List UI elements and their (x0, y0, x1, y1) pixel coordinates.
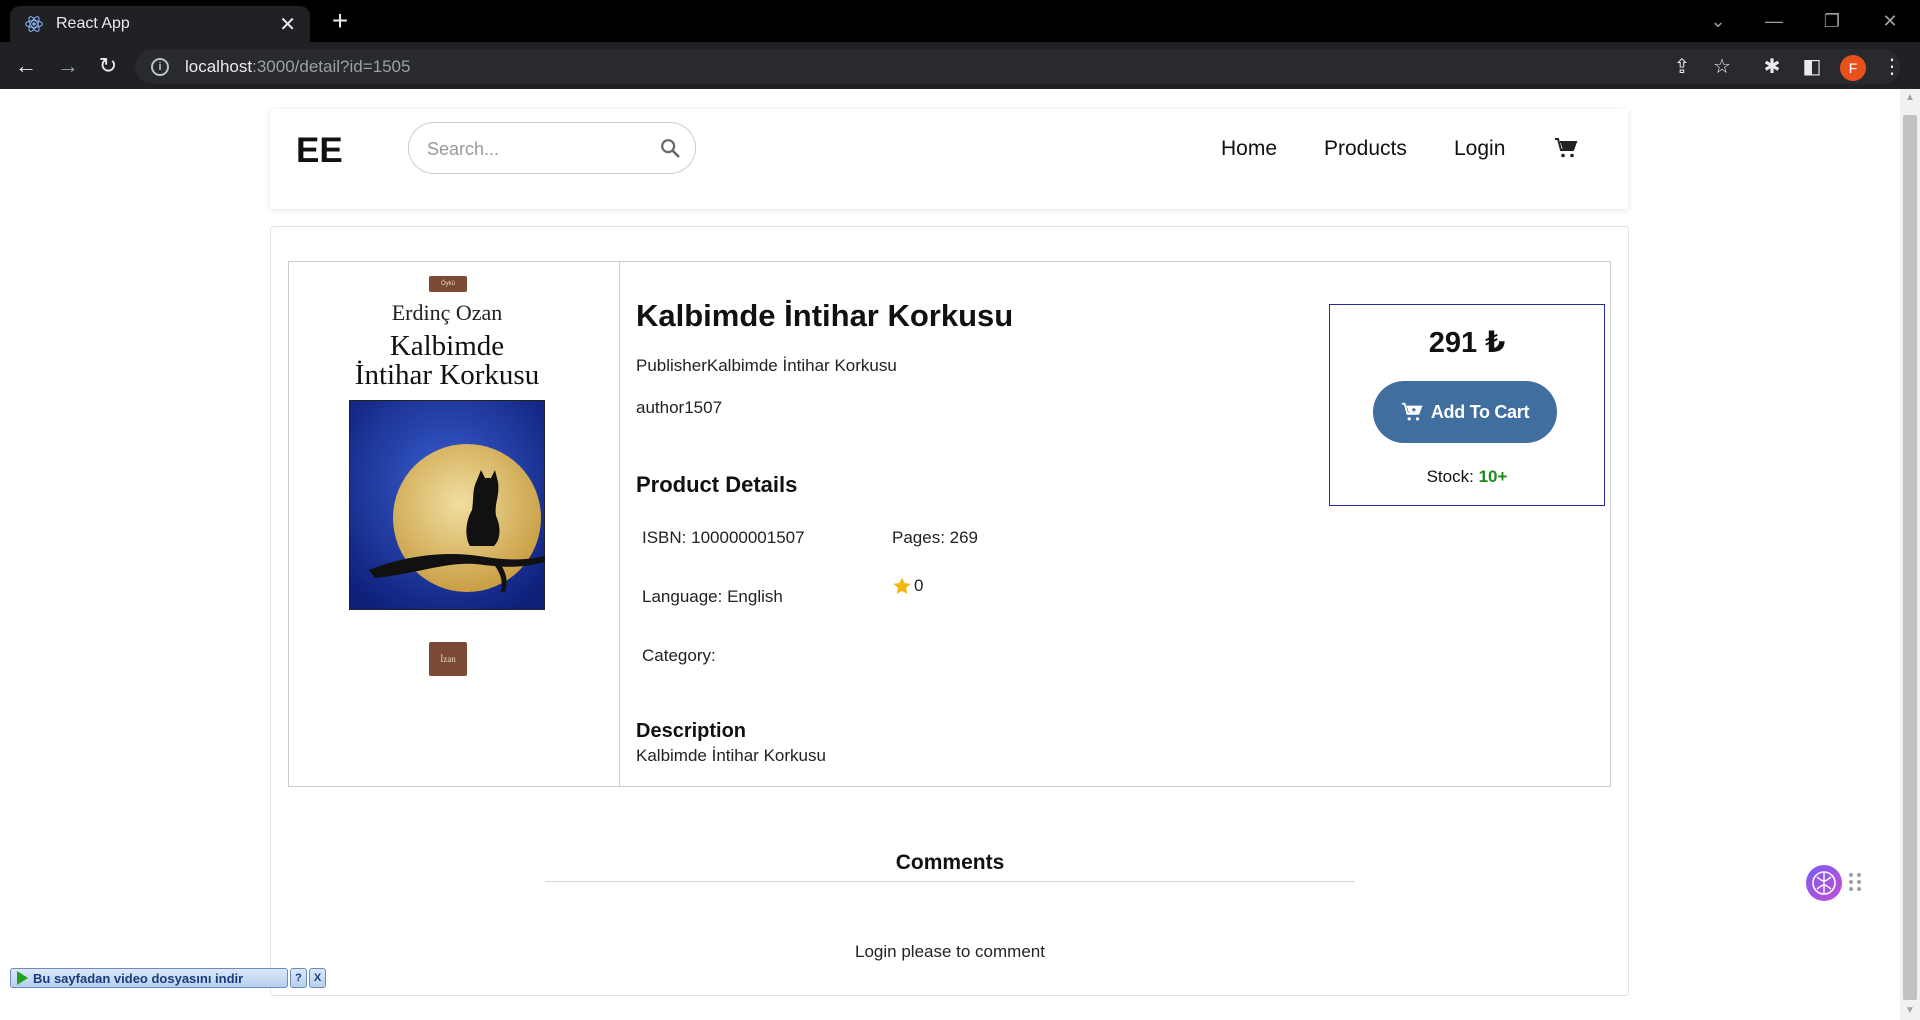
product-author: author1507 (636, 398, 723, 417)
language-field: Language: English (642, 587, 783, 606)
browser-menu-icon[interactable]: ⋮ (1880, 54, 1904, 78)
window-close-icon[interactable]: ✕ (1862, 0, 1918, 42)
product-detail-box: Öykü Erdinç Ozan Kalbimde İntihar Korkus… (288, 261, 1611, 787)
rating: 0 (892, 576, 923, 596)
cover-moon-cat-illustration (349, 400, 545, 610)
cover-title: Kalbimde İntihar Korkusu (354, 330, 540, 391)
product-title: Kalbimde İntihar Korkusu (636, 298, 1014, 333)
stock-label: Stock: (1426, 467, 1474, 486)
extension-help-button[interactable]: ? (290, 968, 307, 988)
product-info-column: Kalbimde İntihar Korkusu PublisherKalbim… (636, 262, 1286, 786)
brain-icon[interactable] (1806, 865, 1842, 901)
restore-icon[interactable]: ❐ (1804, 0, 1860, 42)
scroll-up-arrow-icon[interactable]: ▲ (1900, 89, 1920, 107)
browser-tab-strip: React App ✕ + ⌄ — ❐ ✕ (0, 0, 1920, 42)
tab-search-icon[interactable]: ⌄ (1690, 0, 1746, 42)
page-scrollbar[interactable]: ▲ ▼ (1900, 89, 1920, 1020)
share-icon[interactable]: ⇪ (1670, 54, 1694, 78)
tab-close-icon[interactable]: ✕ (279, 12, 296, 37)
reload-icon[interactable]: ↻ (92, 50, 124, 82)
purchase-box: 291 ₺ Add To Cart Stock: 10+ (1329, 304, 1605, 506)
add-to-cart-label: Add To Cart (1430, 401, 1530, 422)
address-bar[interactable]: i localhost:3000/detail?id=1505 (135, 49, 1900, 84)
site-info-icon[interactable]: i (151, 57, 169, 76)
video-download-extension-bar: Bu sayfadan video dosyasını indir ? X (10, 967, 326, 989)
cover-seal: Öykü (429, 276, 467, 292)
isbn-field: ISBN: 100000001507 (642, 528, 805, 547)
new-tab-icon[interactable]: + (325, 6, 355, 36)
product-publisher: PublisherKalbimde İntihar Korkusu (636, 356, 897, 375)
cover-publisher-mark: İzan (429, 642, 467, 676)
browser-toolbar: ← → ↻ i localhost:3000/detail?id=1505 ⇪ … (0, 42, 1920, 89)
nav-home-link[interactable]: Home (1221, 137, 1277, 161)
login-to-comment-text: Login please to comment (855, 942, 1045, 961)
search-icon[interactable] (659, 137, 681, 159)
minimize-icon[interactable]: — (1746, 0, 1802, 42)
bookmark-star-icon[interactable]: ☆ (1710, 54, 1734, 78)
description-heading: Description (636, 720, 747, 742)
star-icon (893, 577, 911, 594)
comments-heading: Comments (895, 851, 1005, 874)
video-download-button[interactable]: Bu sayfadan video dosyasını indir (10, 968, 288, 988)
search-input[interactable] (427, 135, 647, 163)
assistant-floating-widget[interactable] (1806, 861, 1866, 903)
nav-login-link[interactable]: Login (1454, 137, 1505, 161)
back-icon[interactable]: ← (10, 50, 42, 82)
nav-products-link[interactable]: Products (1324, 137, 1407, 161)
cart-plus-icon (1401, 402, 1423, 421)
product-price: 291 ₺ (1428, 327, 1506, 359)
stock-value: 10+ (1478, 467, 1508, 486)
play-icon (17, 971, 28, 985)
stock-info: Stock: 10+ (1330, 467, 1604, 487)
react-logo-icon (25, 16, 43, 32)
category-field: Category: (642, 646, 716, 665)
extension-close-button[interactable]: X (309, 968, 326, 988)
site-header: EE Home Products Login (270, 109, 1628, 209)
add-to-cart-button[interactable]: Add To Cart (1373, 381, 1557, 443)
site-logo[interactable]: EE (296, 131, 343, 171)
scrollbar-thumb[interactable] (1903, 115, 1917, 1000)
forward-icon[interactable]: → (52, 50, 84, 82)
comments-divider (545, 881, 1355, 882)
cover-author: Erdinç Ozan (391, 300, 503, 325)
book-cover-image: Öykü Erdinç Ozan Kalbimde İntihar Korkus… (347, 276, 547, 676)
description-text: Kalbimde İntihar Korkusu (636, 746, 826, 765)
cart-icon[interactable] (1554, 136, 1578, 160)
profile-avatar[interactable]: F (1840, 55, 1866, 81)
extensions-puzzle-icon[interactable]: ✱ (1760, 54, 1784, 78)
page-viewport: EE Home Products Login Öykü Erdinç Ozan (0, 89, 1900, 1020)
video-download-label: Bu sayfadan video dosyasını indir (33, 970, 244, 986)
browser-tab[interactable]: React App ✕ (10, 6, 310, 42)
search-box (408, 122, 696, 174)
rating-value: 0 (914, 576, 924, 595)
side-panel-icon[interactable]: ◧ (1800, 54, 1824, 78)
product-details-heading: Product Details (636, 472, 798, 497)
product-card: Öykü Erdinç Ozan Kalbimde İntihar Korkus… (270, 226, 1629, 996)
url-text: localhost:3000/detail?id=1505 (185, 56, 411, 76)
product-image-column: Öykü Erdinç Ozan Kalbimde İntihar Korkus… (289, 262, 620, 786)
pages-field: Pages: 269 (892, 528, 979, 547)
scroll-down-arrow-icon[interactable]: ▼ (1900, 1002, 1920, 1020)
drag-handle-icon[interactable] (1848, 871, 1862, 893)
tab-title: React App (56, 15, 130, 32)
